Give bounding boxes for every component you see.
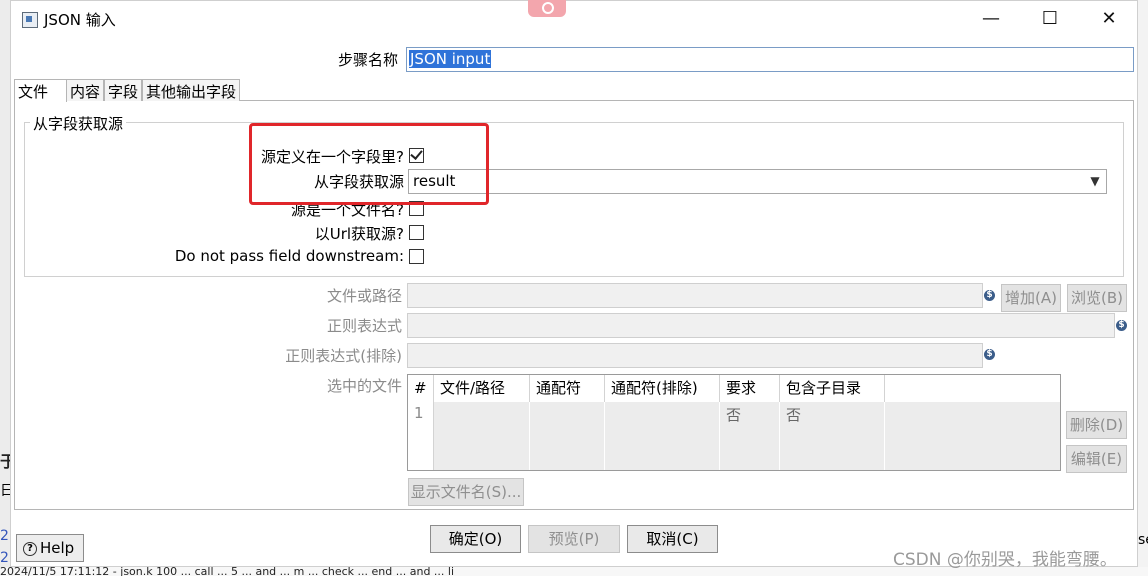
file-or-dir-input[interactable] bbox=[407, 283, 983, 308]
help-icon: ? bbox=[23, 541, 37, 556]
highlight-annotation bbox=[249, 123, 489, 205]
background-window-left-edge: 于 日 2 2 bbox=[0, 0, 16, 576]
delete-button[interactable]: 删除(D) bbox=[1066, 411, 1127, 439]
close-button[interactable]: ✕ bbox=[1086, 4, 1132, 34]
tab-fields[interactable]: 字段 bbox=[104, 79, 142, 101]
background-link: 2 bbox=[0, 528, 9, 544]
regex-input[interactable] bbox=[407, 313, 1115, 338]
show-filenames-button[interactable]: 显示文件名(S)... bbox=[408, 478, 524, 506]
minimize-button[interactable]: — bbox=[968, 4, 1014, 34]
add-button[interactable]: 增加(A) bbox=[1001, 284, 1061, 312]
maximize-button[interactable]: ☐ bbox=[1027, 4, 1073, 34]
preview-button[interactable]: 预览(P) bbox=[528, 525, 620, 553]
browse-button[interactable]: 浏览(B) bbox=[1067, 284, 1127, 312]
table-cell[interactable]: 否 bbox=[780, 402, 885, 470]
window-title: JSON 输入 bbox=[44, 11, 116, 29]
table-cell[interactable] bbox=[605, 402, 720, 470]
step-name-input[interactable]: JSON input bbox=[406, 47, 1134, 72]
help-button[interactable]: ? Help bbox=[16, 534, 84, 562]
selected-files-table: # 文件/路径 通配符 通配符(排除) 要求 包含子目录 1 否 否 bbox=[407, 374, 1061, 471]
background-link: 2 bbox=[0, 550, 9, 566]
regex-exclude-input[interactable] bbox=[407, 343, 983, 368]
csdn-watermark: CSDN @你别哭，我能弯腰。 bbox=[893, 550, 1117, 570]
table-cell[interactable] bbox=[530, 402, 605, 470]
do-not-pass-field-label: Do not pass field downstream: bbox=[174, 247, 404, 265]
variable-icon: $ bbox=[984, 290, 995, 301]
selected-files-label: 选中的文件 bbox=[326, 377, 402, 395]
edit-button[interactable]: 编辑(E) bbox=[1066, 445, 1127, 473]
column-header[interactable]: 通配符 bbox=[530, 375, 605, 402]
help-label: Help bbox=[40, 539, 75, 557]
app-icon bbox=[22, 12, 38, 28]
group-title: 从字段获取源 bbox=[30, 113, 127, 134]
cancel-button[interactable]: 取消(C) bbox=[627, 525, 718, 553]
search-overlay-tab[interactable] bbox=[528, 0, 566, 17]
tab-file[interactable]: 文件 bbox=[14, 79, 67, 102]
file-or-dir-label: 文件或路径 bbox=[326, 287, 402, 305]
background-text: se bbox=[1138, 532, 1148, 548]
ok-button[interactable]: 确定(O) bbox=[430, 525, 521, 553]
table-cell[interactable]: 否 bbox=[720, 402, 780, 470]
do-not-pass-field-checkbox[interactable] bbox=[409, 249, 424, 264]
column-header[interactable]: 包含子目录 bbox=[780, 375, 885, 402]
variable-icon: $ bbox=[984, 349, 995, 360]
tab-additional-output-fields[interactable]: 其他输出字段 bbox=[142, 79, 240, 101]
column-header[interactable]: 通配符(排除) bbox=[605, 375, 720, 402]
background-window-right-edge: se bbox=[1138, 0, 1148, 576]
regex-exclude-label: 正则表达式(排除) bbox=[285, 347, 402, 365]
column-header[interactable]: 要求 bbox=[720, 375, 780, 402]
step-name-value: JSON input bbox=[409, 50, 492, 68]
read-url-label: 以Url获取源? bbox=[314, 225, 404, 243]
regex-label: 正则表达式 bbox=[326, 317, 402, 335]
read-url-checkbox[interactable] bbox=[409, 225, 424, 240]
variable-icon: $ bbox=[1116, 320, 1127, 331]
table-cell bbox=[885, 402, 1060, 470]
chevron-down-icon[interactable]: ▼ bbox=[1086, 172, 1104, 191]
row-number: 1 bbox=[408, 402, 434, 470]
step-name-label: 步骤名称 bbox=[338, 51, 399, 69]
column-header[interactable]: # bbox=[408, 375, 434, 402]
column-header[interactable]: 文件/路径 bbox=[434, 375, 530, 402]
tab-content[interactable]: 内容 bbox=[66, 79, 104, 101]
table-cell[interactable] bbox=[434, 402, 530, 470]
source-field-select[interactable]: result ▼ bbox=[408, 169, 1107, 194]
